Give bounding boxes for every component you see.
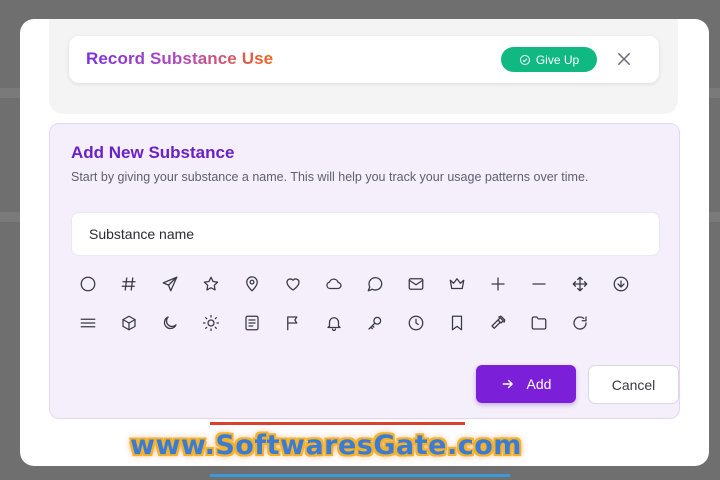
icon-option[interactable]: [155, 272, 196, 311]
heart-icon: [286, 278, 300, 291]
icon-option[interactable]: [483, 272, 524, 311]
icon-option[interactable]: [73, 311, 114, 350]
flag-icon: [287, 316, 298, 331]
close-icon: [618, 53, 630, 65]
icon-option[interactable]: [360, 311, 401, 350]
icon-option[interactable]: [360, 272, 401, 311]
minus-icon: [532, 283, 546, 285]
substance-name-input[interactable]: [71, 212, 660, 256]
substance-modal: Record Substance Use Give Up Add New Sub…: [20, 19, 709, 466]
icon-option[interactable]: [319, 272, 360, 311]
send-icon: [162, 276, 178, 292]
add-label: Add: [526, 376, 552, 392]
cloud-icon: [326, 278, 342, 290]
circle-icon: [80, 276, 96, 292]
icon-option[interactable]: [196, 272, 237, 311]
file-text-icon: [245, 315, 259, 331]
watermark: www.SoftwaresGate.com: [130, 430, 522, 461]
icon-option[interactable]: [565, 311, 606, 350]
icon-option[interactable]: [278, 311, 319, 350]
form-title: Add New Substance: [71, 143, 235, 162]
cancel-label: Cancel: [611, 376, 656, 393]
form-description: Start by giving your substance a name. T…: [71, 170, 589, 184]
crown-icon: [449, 278, 465, 290]
hash-icon: [121, 277, 136, 291]
menu-icon: [80, 318, 96, 328]
check-circle-icon: [519, 54, 530, 65]
hammer-icon: [491, 315, 506, 329]
add-substance-form: Add New Substance Start by giving your s…: [49, 123, 680, 419]
map-pin-icon: [246, 276, 258, 292]
page-title: Record Substance Use: [86, 49, 274, 68]
clock-icon: [408, 315, 424, 331]
rotate-cw-icon: [573, 316, 587, 330]
icon-picker: [73, 272, 653, 350]
box-icon: [122, 315, 136, 331]
icon-option[interactable]: [483, 311, 524, 350]
cancel-button[interactable]: Cancel: [588, 365, 679, 404]
icon-option[interactable]: [196, 311, 237, 350]
icon-option[interactable]: [606, 272, 647, 311]
give-up-label: Give Up: [535, 52, 580, 67]
icon-option[interactable]: [114, 272, 155, 311]
mail-icon: [408, 278, 424, 290]
bookmark-icon: [451, 315, 463, 331]
icon-option[interactable]: [565, 272, 606, 311]
icon-option[interactable]: [114, 311, 155, 350]
icon-option[interactable]: [155, 311, 196, 350]
key-icon: [368, 316, 382, 330]
add-button[interactable]: Add: [476, 365, 576, 403]
arrow-down-circle-icon: [613, 276, 629, 292]
arrow-right-icon: [502, 379, 513, 389]
watermark-underline: [210, 422, 465, 425]
icon-option[interactable]: [401, 272, 442, 311]
give-up-button[interactable]: Give Up: [501, 47, 597, 72]
moon-icon: [163, 316, 177, 330]
bell-icon: [327, 317, 341, 332]
icon-option[interactable]: [524, 311, 565, 350]
watermark-underline: [210, 474, 510, 477]
icon-option[interactable]: [401, 311, 442, 350]
icon-option[interactable]: [278, 272, 319, 311]
icon-option[interactable]: [237, 272, 278, 311]
icon-option[interactable]: [73, 272, 114, 311]
sun-icon: [202, 314, 220, 332]
message-circle-icon: [367, 277, 383, 292]
icon-option[interactable]: [237, 311, 278, 350]
folder-icon: [531, 316, 547, 330]
icon-option[interactable]: [524, 272, 565, 311]
icon-option[interactable]: [319, 311, 360, 350]
icon-option[interactable]: [442, 272, 483, 311]
move-icon: [572, 276, 588, 292]
star-icon: [203, 276, 219, 291]
header-card: Record Substance Use Give Up: [69, 36, 659, 83]
close-button[interactable]: [615, 50, 633, 68]
plus-icon: [491, 277, 505, 291]
icon-option[interactable]: [442, 311, 483, 350]
